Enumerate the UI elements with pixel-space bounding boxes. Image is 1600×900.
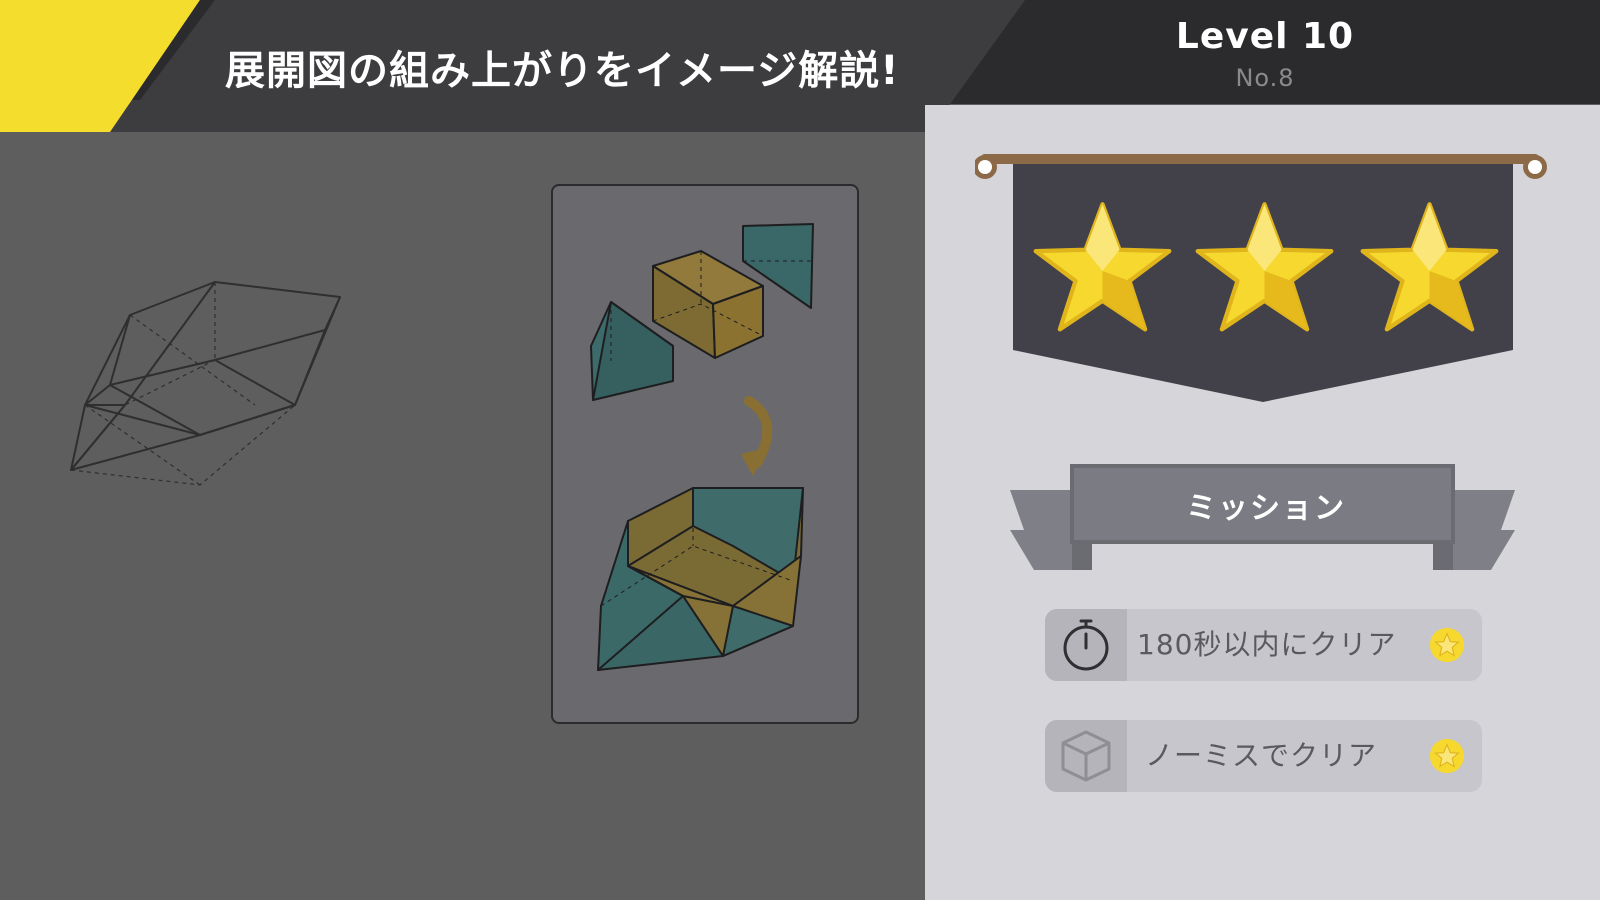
cube-icon (1045, 720, 1127, 792)
wireframe-solid (70, 281, 341, 486)
banner-title: 展開図の組み上がりをイメージ解説! (225, 48, 900, 94)
rating-star-2 (1192, 200, 1337, 335)
rating-star-1 (1030, 200, 1175, 335)
stopwatch-icon (1045, 609, 1127, 681)
hint-illustration (590, 223, 814, 671)
mission-label: ミッション (1186, 491, 1346, 526)
level-complete-screen: 展開図の組み上がりをイメージ解説! Level 10 No.8 ミッション 18… (0, 0, 1600, 900)
achieved-star-icon (1429, 738, 1465, 774)
mission-text-nomiss: ノーミスでクリア (1145, 739, 1378, 772)
achieved-star-icon (1429, 627, 1465, 663)
level-number: No.8 (1235, 64, 1295, 92)
mission-text-time: 180秒以内にクリア (1137, 628, 1397, 661)
hint-panel (551, 184, 859, 724)
mission-item-nomiss: ノーミスでクリア (1045, 720, 1482, 792)
level-title: Level 10 (1175, 16, 1355, 57)
rating-star-3 (1357, 200, 1502, 335)
mission-item-time: 180秒以内にクリア (1045, 609, 1482, 681)
